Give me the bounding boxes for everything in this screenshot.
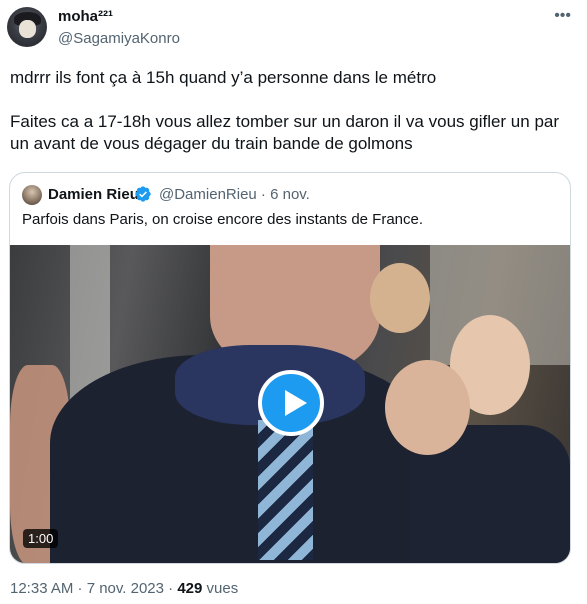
- avatar-face: [19, 20, 36, 38]
- author-handle[interactable]: @SagamiyaKonro: [58, 30, 180, 47]
- views-label: vues: [202, 580, 239, 597]
- video-kid-face: [385, 360, 470, 455]
- views-count: 429: [177, 580, 203, 597]
- video-duration: 1:00: [23, 529, 59, 548]
- video-player[interactable]: 1:00: [10, 245, 570, 563]
- quoted-text: Parfois dans Paris, on croise encore des…: [22, 211, 424, 228]
- author-display-name[interactable]: moha²²¹: [58, 8, 113, 25]
- quoted-tweet[interactable]: Damien Rieu @DamienRieu · 6 nov. Parfois…: [9, 172, 571, 564]
- quoted-handle-date[interactable]: @DamienRieu · 6 nov.: [159, 186, 310, 203]
- verified-badge-icon: [135, 186, 151, 202]
- tweet-text: mdrrr ils font ça à 15h quand y’a person…: [10, 68, 560, 153]
- video-tie: [258, 420, 313, 560]
- quoted-avatar[interactable]: [22, 185, 42, 205]
- avatar[interactable]: [7, 7, 47, 47]
- video-kid-face: [370, 263, 430, 333]
- quoted-display-name[interactable]: Damien Rieu: [48, 186, 139, 203]
- tweet-timestamp[interactable]: 12:33 AM · 7 nov. 2023 ·: [10, 580, 177, 597]
- tweet-meta: 12:33 AM · 7 nov. 2023 · 429 vues: [10, 580, 238, 597]
- more-horizontal-icon[interactable]: •••: [554, 8, 571, 24]
- play-icon[interactable]: [258, 370, 324, 436]
